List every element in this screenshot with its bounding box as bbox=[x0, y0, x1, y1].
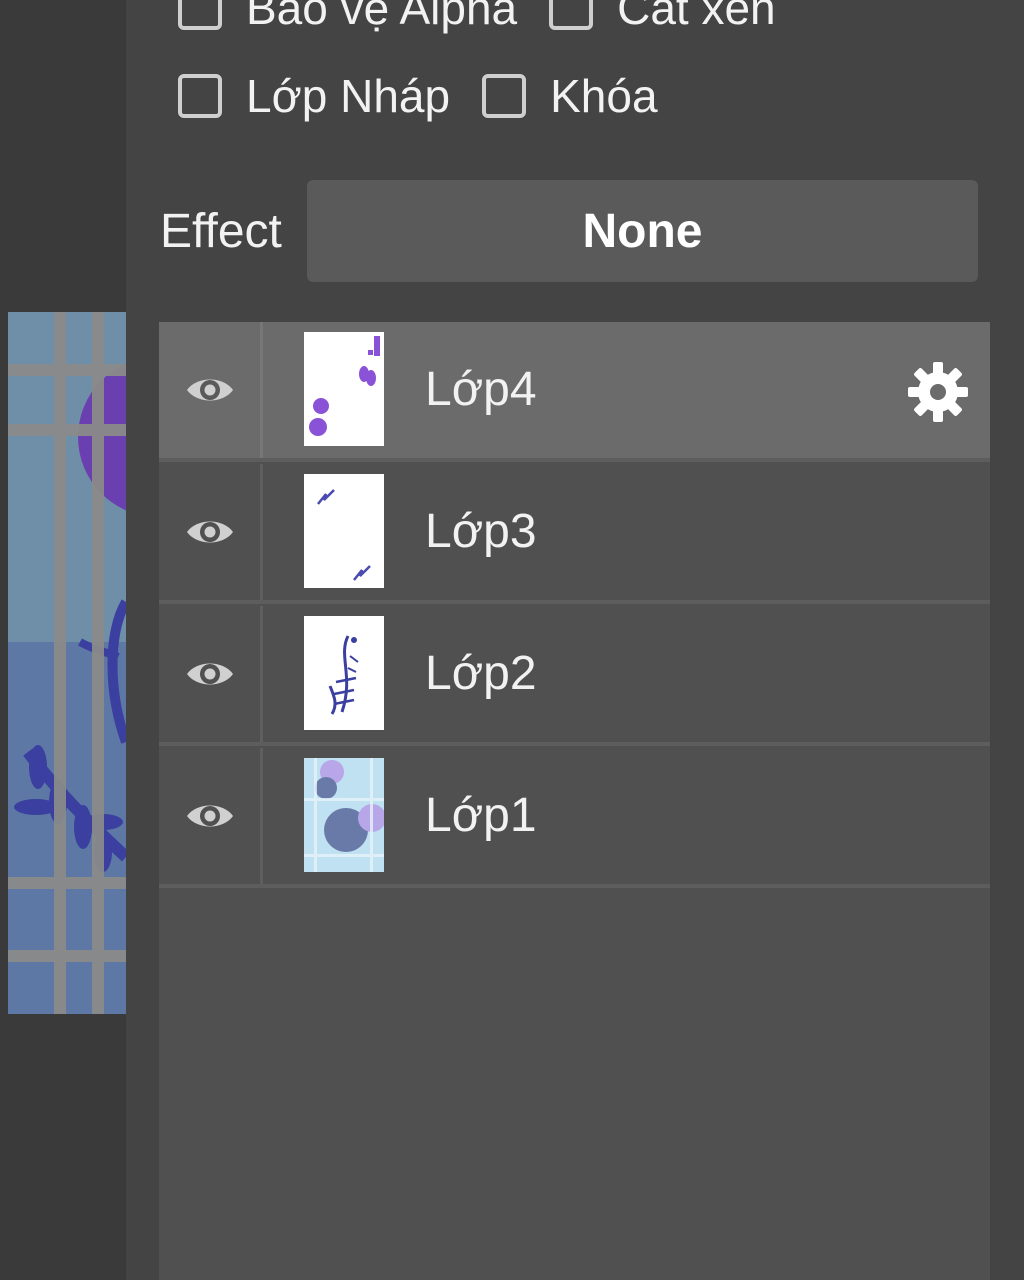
lock-option[interactable]: Khóa bbox=[482, 69, 658, 123]
draft-layer-label: Lớp Nháp bbox=[246, 70, 451, 122]
eye-icon bbox=[186, 663, 233, 685]
clipping-checkbox[interactable] bbox=[549, 0, 594, 30]
draft-layer-checkbox[interactable] bbox=[178, 74, 222, 118]
layer-thumbnail-1[interactable] bbox=[304, 758, 384, 872]
visibility-toggle-layer-4[interactable] bbox=[159, 322, 263, 458]
layer-name: Lớp2 bbox=[425, 647, 537, 700]
eye-icon bbox=[186, 379, 233, 401]
layer-list: Lớp4 Lớp3 Lớp2 Lớp1 bbox=[159, 322, 990, 1280]
effect-label: Effect bbox=[160, 205, 282, 258]
layer-thumbnail-3[interactable] bbox=[304, 474, 384, 588]
gear-icon[interactable] bbox=[906, 360, 970, 424]
layer-row-4[interactable]: Lớp4 bbox=[159, 322, 990, 462]
lock-label: Khóa bbox=[550, 70, 658, 122]
layer-name: Lớp4 bbox=[425, 363, 537, 416]
canvas-artwork-preview bbox=[8, 312, 126, 1014]
alpha-protect-option[interactable]: Bảo vệ Alpha bbox=[178, 0, 517, 35]
layer-options-row-1: Bảo vệ Alpha Cắt xén bbox=[178, 0, 808, 38]
layer-thumbnail-4[interactable] bbox=[304, 332, 384, 446]
effect-selector-button[interactable]: None bbox=[307, 180, 978, 282]
layer-name: Lớp1 bbox=[425, 789, 537, 842]
clipping-label: Cắt xén bbox=[617, 0, 776, 34]
alpha-protect-label: Bảo vệ Alpha bbox=[246, 0, 518, 34]
visibility-toggle-layer-3[interactable] bbox=[159, 464, 263, 600]
eye-icon bbox=[186, 805, 233, 827]
visibility-toggle-layer-1[interactable] bbox=[159, 748, 263, 884]
layer-row-2[interactable]: Lớp2 bbox=[159, 606, 990, 746]
layer-properties-panel: Bảo vệ Alpha Cắt xén Lớp Nháp Khóa Effec… bbox=[126, 0, 1024, 1280]
clipping-option[interactable]: Cắt xén bbox=[549, 0, 776, 35]
draft-layer-option[interactable]: Lớp Nháp bbox=[178, 69, 450, 123]
lock-checkbox[interactable] bbox=[482, 74, 527, 118]
visibility-toggle-layer-2[interactable] bbox=[159, 606, 263, 742]
layer-row-1[interactable]: Lớp1 bbox=[159, 748, 990, 888]
layer-thumbnail-2[interactable] bbox=[304, 616, 384, 730]
layer-name: Lớp3 bbox=[425, 505, 537, 558]
eye-icon bbox=[186, 521, 233, 543]
canvas-area[interactable] bbox=[0, 0, 126, 1280]
layer-row-3[interactable]: Lớp3 bbox=[159, 464, 990, 604]
layer-options-row-2: Lớp Nháp Khóa bbox=[178, 66, 690, 126]
alpha-protect-checkbox[interactable] bbox=[178, 0, 222, 30]
